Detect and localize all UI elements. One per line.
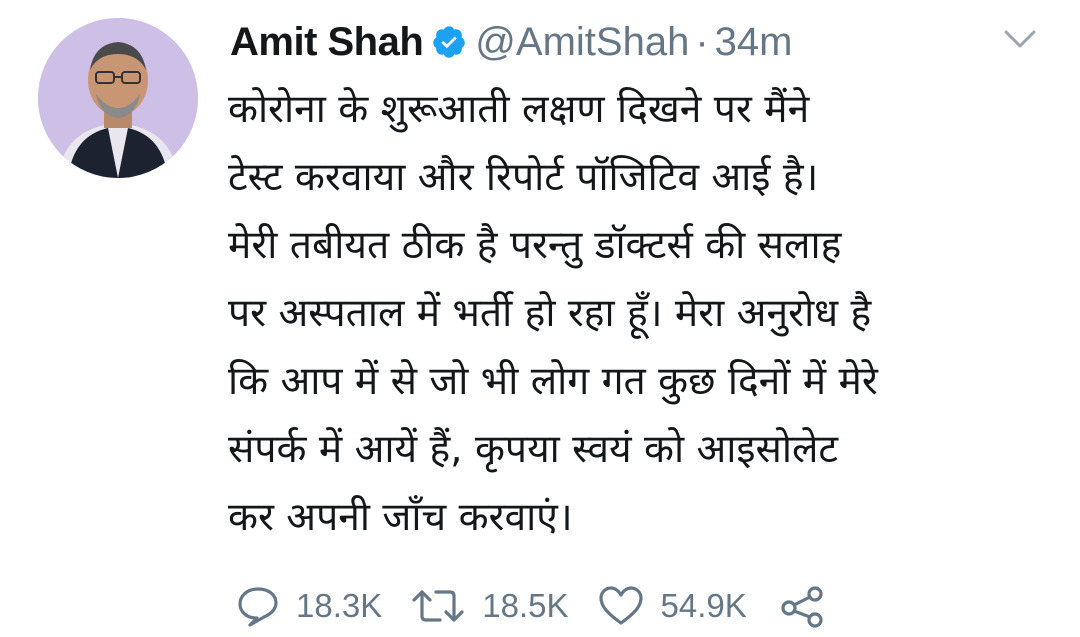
verified-badge-icon [431, 24, 467, 60]
author-name[interactable]: Amit Shah [230, 20, 424, 65]
tweet-line: पर अस्पताल में भर्ती हो रहा हूँ। मेरा अन… [228, 291, 872, 336]
tweet-line: संपर्क में आयें हैं, कृपया स्वयं को आइसो… [228, 427, 839, 472]
share-button[interactable] [779, 584, 827, 628]
heart-icon [597, 585, 645, 627]
retweet-button[interactable]: 18.5K [410, 586, 569, 626]
tweet-line: मेरी तबीयत ठीक है परन्तु डॉक्टर्स की सला… [228, 223, 842, 268]
tweet-actions: 18.3K 18.5K 54.9K [236, 576, 855, 636]
like-button[interactable]: 54.9K [597, 585, 747, 627]
tweet-line: टेस्ट करवाया और रिपोर्ट पॉजिटिव आई है। [228, 155, 819, 200]
reply-button[interactable]: 18.3K [236, 585, 382, 627]
tweet-line: कोरोना के शुरूआती लक्षण दिखने पर मैंने [228, 87, 810, 132]
tweet-header: Amit Shah @AmitShah · 34m [230, 12, 792, 72]
retweet-count: 18.5K [482, 587, 569, 624]
chevron-down-icon[interactable] [1000, 24, 1040, 54]
profile-photo [38, 18, 198, 178]
tweet-text: कोरोना के शुरूआती लक्षण दिखने पर मैंने ट… [228, 76, 1058, 552]
tweet-line: कर अपनी जाँच करवाएं। [228, 495, 573, 540]
reply-bubble-icon [236, 585, 280, 627]
separator-dot: · [695, 19, 709, 64]
tweet-timestamp[interactable]: 34m [715, 20, 793, 65]
retweet-icon [410, 586, 466, 626]
author-handle[interactable]: @AmitShah [475, 20, 689, 65]
share-icon [779, 584, 827, 628]
like-count: 54.9K [660, 587, 747, 624]
reply-count: 18.3K [296, 587, 383, 624]
tweet-line: कि आप में से जो भी लोग गत कुछ दिनों में … [228, 359, 878, 404]
avatar[interactable] [38, 18, 198, 178]
